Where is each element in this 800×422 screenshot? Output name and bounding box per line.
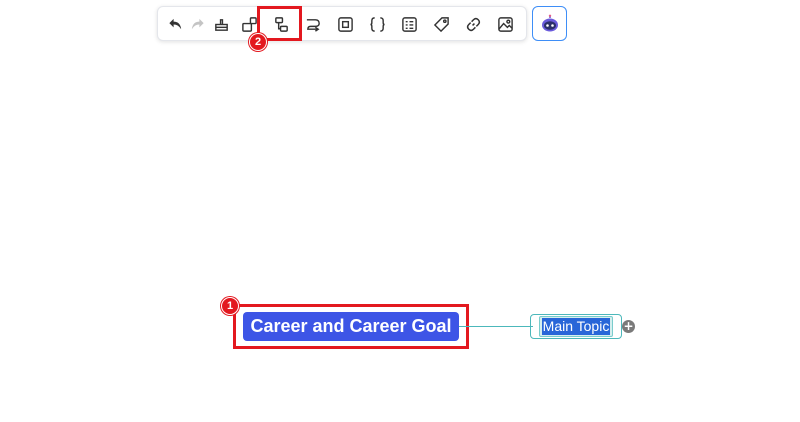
undo-icon xyxy=(168,18,181,29)
topic-connector-line xyxy=(459,325,533,327)
link-button[interactable] xyxy=(461,12,485,36)
central-topic[interactable]: Career and Career Goal xyxy=(243,312,459,341)
redo-icon xyxy=(191,18,204,29)
format-painter-icon xyxy=(214,18,228,31)
ai-robot-icon xyxy=(541,14,558,31)
tag-icon xyxy=(433,16,449,32)
boundary-button[interactable] xyxy=(333,12,357,36)
central-topic-label: Career and Career Goal xyxy=(250,316,452,336)
main-topic[interactable]: Main Topic xyxy=(530,314,622,339)
label-button[interactable] xyxy=(429,12,453,36)
step1-badge: 1 xyxy=(221,297,239,315)
note-button[interactable] xyxy=(397,12,421,36)
boundary-icon xyxy=(337,16,353,32)
main-toolbar xyxy=(157,6,527,41)
summary-button[interactable] xyxy=(365,12,389,36)
format-painter-button[interactable] xyxy=(209,12,233,36)
redo-button[interactable] xyxy=(185,12,209,36)
note-icon xyxy=(401,16,417,32)
relationship-button[interactable] xyxy=(301,12,325,36)
undo-button[interactable] xyxy=(163,12,187,36)
summary-braces-icon xyxy=(369,16,385,32)
step2-badge: 2 xyxy=(249,33,267,51)
insert-topic-icon xyxy=(241,16,257,32)
link-icon xyxy=(466,17,480,31)
add-subtopic-icon[interactable]: + xyxy=(622,320,635,333)
main-topic-selected-text[interactable]: Main Topic xyxy=(541,318,611,335)
main-topic-edit-box[interactable]: Main Topic xyxy=(538,316,614,337)
relationship-icon xyxy=(306,18,320,32)
image-button[interactable] xyxy=(493,12,517,36)
ai-assistant-button[interactable] xyxy=(532,6,567,41)
image-icon xyxy=(497,16,513,32)
